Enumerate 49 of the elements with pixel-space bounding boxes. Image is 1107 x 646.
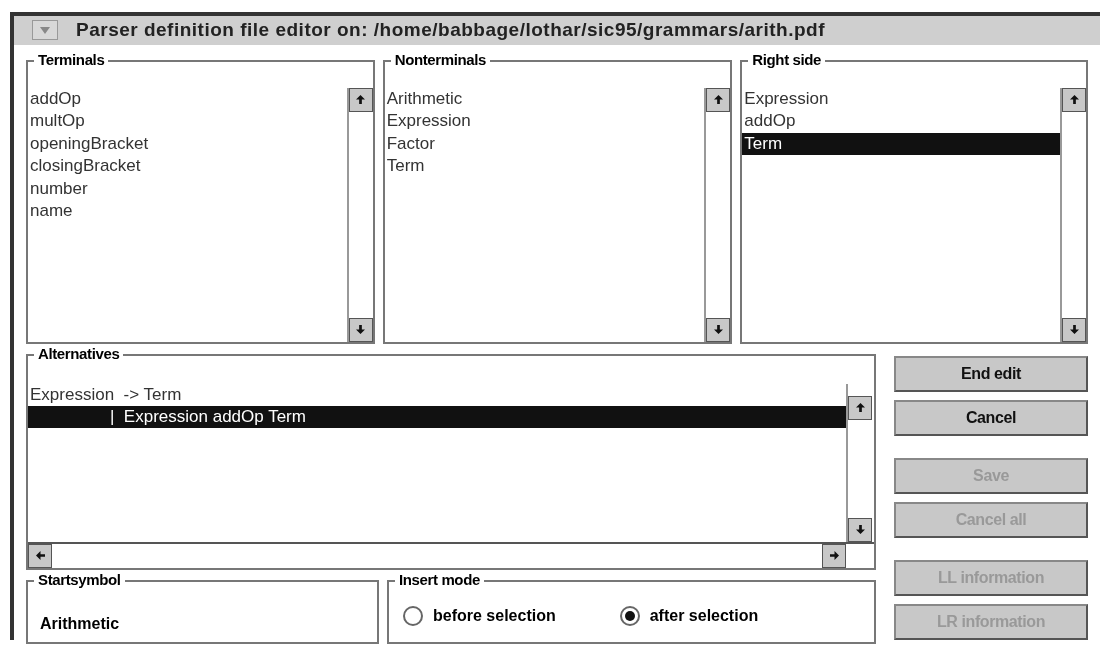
down-triangle-icon — [40, 26, 50, 34]
list-item[interactable]: Factor — [384, 132, 705, 155]
scroll-up-button[interactable] — [348, 87, 373, 112]
scroll-left-button[interactable] — [28, 543, 52, 568]
list-item[interactable]: Expression — [384, 110, 705, 133]
scroll-down-button[interactable] — [848, 517, 872, 542]
list-item[interactable]: multOp — [28, 110, 347, 133]
scroll-up-button[interactable] — [706, 87, 731, 112]
list-item[interactable]: number — [28, 177, 347, 200]
up-arrow-icon — [356, 95, 366, 104]
list-item[interactable]: Arithmetic — [384, 87, 705, 110]
list-item[interactable]: name — [28, 200, 347, 223]
radio-option[interactable]: after selection — [619, 603, 759, 628]
up-arrow-icon — [713, 95, 723, 104]
up-arrow-icon — [1069, 95, 1079, 104]
scroll-down-button[interactable] — [1062, 317, 1086, 342]
start-symbol-value: Arithmetic — [40, 614, 120, 632]
list-item[interactable]: addOp — [28, 87, 347, 110]
vertical-scrollbar[interactable] — [1060, 87, 1086, 342]
alternative-row[interactable]: Expression -> Term — [28, 383, 846, 406]
radio-option[interactable]: before selection — [403, 603, 556, 628]
action-button[interactable]: End edit — [894, 355, 1088, 392]
scroll-right-button[interactable] — [822, 543, 846, 568]
horizontal-scrollbar[interactable] — [28, 541, 874, 568]
vertical-scrollbar[interactable] — [704, 87, 731, 342]
down-arrow-icon — [713, 325, 723, 334]
vertical-scrollbar[interactable] — [346, 87, 373, 342]
radio-button[interactable] — [403, 605, 423, 626]
list-item[interactable]: addOp — [742, 110, 1060, 133]
right-arrow-icon — [829, 551, 839, 560]
alternative-row[interactable]: | Expression addOp Term — [28, 405, 846, 428]
window-title: Parser definition file editor on: /home/babbage/lothar/sic95/grammars/arith.pdf — [76, 18, 825, 42]
list-item[interactable]: Term — [742, 132, 1060, 155]
list-item[interactable]: Term — [384, 155, 705, 178]
down-arrow-icon — [855, 525, 865, 534]
scroll-down-button[interactable] — [348, 317, 373, 342]
list-item[interactable]: openingBracket — [28, 132, 347, 155]
action-button[interactable]: Cancel — [894, 399, 1088, 436]
scroll-up-button[interactable] — [848, 395, 872, 420]
scroll-down-button[interactable] — [706, 317, 731, 342]
list-item[interactable]: Expression — [742, 87, 1060, 110]
scroll-up-button[interactable] — [1062, 87, 1086, 112]
vertical-scrollbar[interactable] — [846, 383, 874, 542]
radio-button[interactable] — [619, 605, 640, 626]
up-arrow-icon — [855, 403, 865, 412]
list-item[interactable]: closingBracket — [28, 155, 347, 178]
down-arrow-icon — [356, 325, 366, 334]
left-arrow-icon — [35, 551, 45, 560]
down-arrow-icon — [1069, 325, 1079, 334]
